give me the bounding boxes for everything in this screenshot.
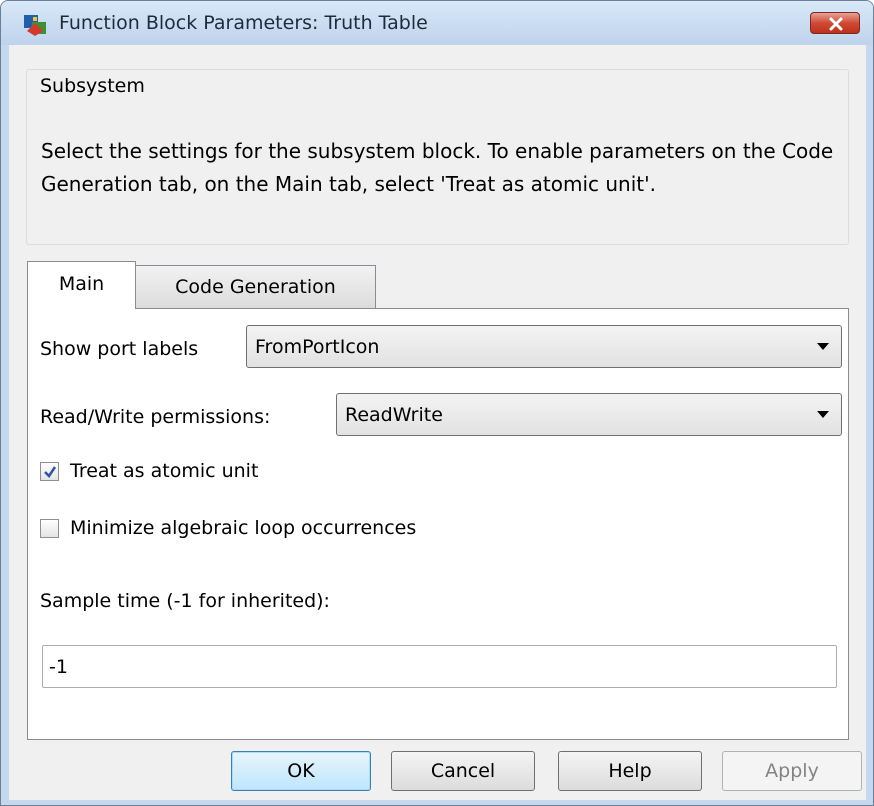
close-button[interactable] bbox=[810, 12, 860, 34]
dialog-client-area: Subsystem Select the settings for the su… bbox=[9, 45, 866, 800]
minimize-algebraic-loop-label[interactable]: Minimize algebraic loop occurrences bbox=[70, 516, 416, 540]
sample-time-label: Sample time (-1 for inherited): bbox=[40, 590, 330, 612]
dropdown-arrow-icon bbox=[817, 411, 829, 418]
tab-label: Code Generation bbox=[175, 276, 336, 298]
read-write-permissions-label: Read/Write permissions: bbox=[40, 406, 271, 428]
main-tab-panel: Show port labels FromPortIcon Read/Write… bbox=[27, 308, 849, 740]
group-description: Select the settings for the subsystem bl… bbox=[41, 139, 834, 196]
ok-button[interactable]: OK bbox=[231, 751, 371, 791]
dialog-window: Function Block Parameters: Truth Table S… bbox=[0, 0, 874, 806]
show-port-labels-label: Show port labels bbox=[40, 338, 199, 360]
title-bar[interactable]: Function Block Parameters: Truth Table bbox=[1, 1, 873, 45]
checkmark-icon bbox=[44, 466, 57, 478]
tab-code-generation[interactable]: Code Generation bbox=[136, 265, 376, 309]
dropdown-value: FromPortIcon bbox=[255, 336, 380, 358]
apply-button[interactable]: Apply bbox=[722, 751, 862, 791]
window-title: Function Block Parameters: Truth Table bbox=[59, 12, 428, 34]
read-write-permissions-dropdown[interactable]: ReadWrite bbox=[336, 393, 842, 436]
close-icon bbox=[829, 17, 843, 31]
tab-label: Main bbox=[58, 273, 105, 295]
group-title: Subsystem bbox=[36, 74, 149, 98]
treat-as-atomic-label[interactable]: Treat as atomic unit bbox=[70, 459, 258, 483]
show-port-labels-dropdown[interactable]: FromPortIcon bbox=[246, 325, 842, 368]
tab-main[interactable]: Main bbox=[27, 261, 136, 309]
sample-time-input[interactable]: -1 bbox=[42, 645, 837, 688]
cancel-button[interactable]: Cancel bbox=[391, 751, 535, 791]
dropdown-value: ReadWrite bbox=[345, 404, 443, 426]
minimize-algebraic-loop-checkbox[interactable] bbox=[40, 519, 59, 538]
input-value: -1 bbox=[49, 656, 68, 678]
treat-as-atomic-checkbox[interactable] bbox=[40, 462, 59, 481]
dropdown-arrow-icon bbox=[817, 343, 829, 350]
help-button[interactable]: Help bbox=[558, 751, 702, 791]
simulink-block-icon bbox=[24, 15, 46, 36]
